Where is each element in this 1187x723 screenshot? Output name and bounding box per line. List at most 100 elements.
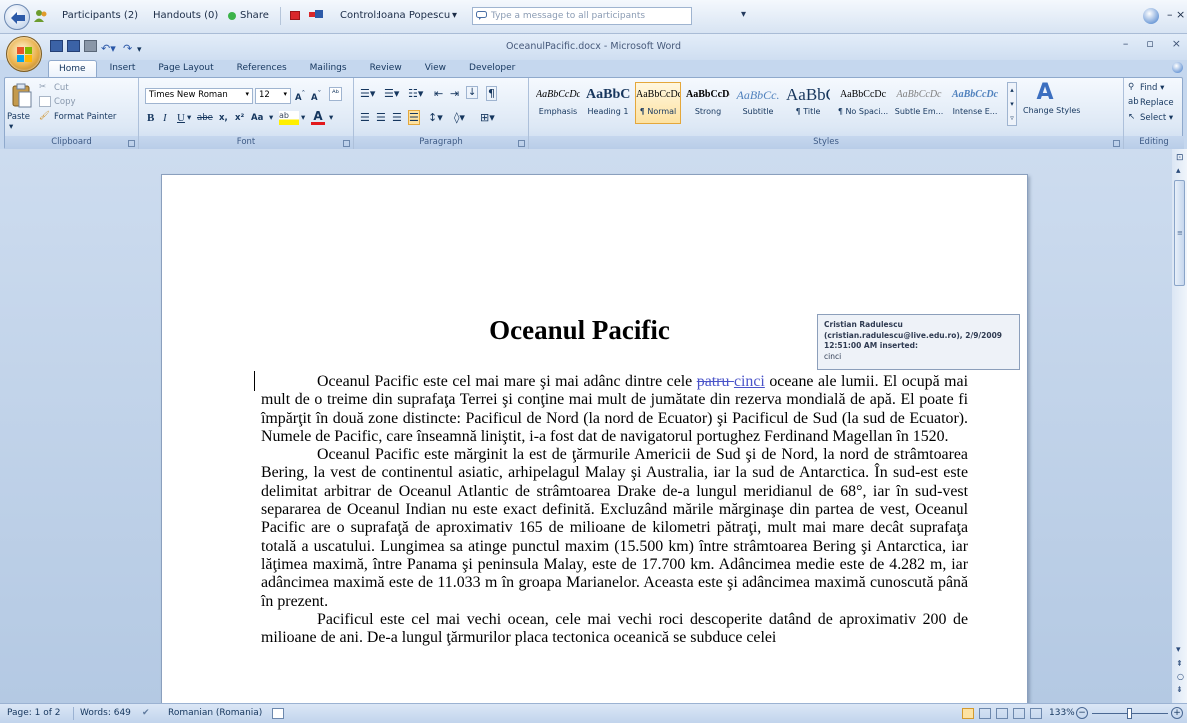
styles-scroll[interactable]: ▴ ▾ ▿ — [1007, 82, 1017, 126]
style-intense-emphasis[interactable]: AaBbCcDc Intense E... — [947, 82, 1003, 124]
scrollbar-thumb[interactable]: ≡ — [1174, 180, 1185, 286]
handouts-button[interactable]: Handouts (0) — [153, 10, 218, 21]
chevron-down-icon[interactable]: ▾ — [741, 9, 746, 20]
align-center-icon[interactable]: ☰ — [376, 111, 386, 124]
dialog-launcher-icon[interactable] — [128, 140, 135, 147]
word-count[interactable]: Words: 649 — [80, 708, 131, 718]
next-page-icon[interactable]: ⇟ — [1176, 685, 1183, 694]
subscript-button[interactable]: x, — [219, 113, 228, 123]
message-input[interactable]: Type a message to all participants ▾ — [472, 7, 746, 25]
style-heading-1[interactable]: AaBbC(Heading 1 — [585, 82, 631, 124]
minimize-close-icon[interactable]: – × — [1167, 8, 1185, 21]
language-indicator[interactable]: Romanian (Romania) — [168, 708, 262, 718]
zoom-in-icon[interactable]: + — [1171, 707, 1183, 719]
decrease-indent-icon[interactable]: ⇤ — [434, 87, 443, 100]
borders-icon[interactable]: ⊞▾ — [480, 111, 495, 124]
clear-formatting-icon[interactable]: ᴬᵇ — [329, 87, 343, 101]
dialog-launcher-icon[interactable] — [343, 140, 350, 147]
font-color-icon[interactable]: A — [311, 110, 325, 125]
tab-view[interactable]: View — [415, 60, 456, 78]
document-body[interactable]: Oceanul Pacific este cel mai mare şi mai… — [261, 373, 968, 647]
proofing-icon[interactable]: ✔ — [142, 708, 150, 718]
style-title[interactable]: AaBbC¶ Title — [785, 82, 831, 124]
chevron-down-icon[interactable]: ▾ — [329, 113, 333, 123]
style-no-spacing[interactable]: AaBbCcDc ¶ No Spaci... — [835, 82, 891, 124]
line-spacing-icon[interactable]: ↕▾ — [428, 111, 443, 124]
web-layout-icon[interactable] — [996, 708, 1008, 719]
tab-references[interactable]: References — [227, 60, 297, 78]
tab-review[interactable]: Review — [360, 60, 412, 78]
dialog-launcher-icon[interactable] — [518, 140, 525, 147]
outline-icon[interactable] — [1013, 708, 1025, 719]
help-icon[interactable] — [1143, 8, 1159, 24]
chevron-down-icon[interactable]: ▾ — [9, 122, 13, 132]
justify-icon[interactable]: ☰ — [408, 110, 420, 125]
tab-developer[interactable]: Developer — [459, 60, 525, 78]
underline-button[interactable]: U — [177, 112, 185, 124]
style-subtle-emphasis[interactable]: AaBbCcDc Subtle Em... — [893, 82, 945, 124]
font-family-select[interactable]: Times New Roman ▾ — [145, 88, 253, 104]
tab-home[interactable]: Home — [48, 60, 97, 78]
shading-icon[interactable]: ◊▾ — [454, 111, 465, 124]
replace-button[interactable]: abReplace — [1128, 97, 1174, 108]
paste-button[interactable]: Paste — [7, 112, 30, 122]
copy-button[interactable]: Copy — [39, 96, 76, 107]
ribbon-help-icon[interactable] — [1172, 62, 1183, 73]
grow-font-button[interactable]: Aˆ — [295, 89, 305, 103]
restore-icon[interactable]: ▫ — [1146, 37, 1153, 50]
bullets-icon[interactable]: ☰▾ — [360, 87, 375, 100]
minimize-icon[interactable]: – — [1123, 37, 1129, 50]
align-left-icon[interactable]: ☰ — [360, 111, 370, 124]
bold-button[interactable]: B — [147, 112, 154, 124]
ruler-toggle-icon[interactable]: ⊡ — [1176, 153, 1184, 163]
print-layout-icon[interactable] — [962, 708, 974, 719]
chevron-down-icon[interactable]: ▾ — [269, 113, 273, 123]
highlight-color-icon[interactable]: ab — [279, 111, 299, 125]
tab-insert[interactable]: Insert — [100, 60, 146, 78]
increase-indent-icon[interactable]: ⇥ — [450, 87, 459, 100]
controller-dropdown[interactable]: Ioana Popescu — [378, 10, 450, 21]
style-normal[interactable]: AaBbCcDc ¶ Normal — [635, 82, 681, 124]
draft-icon[interactable] — [1030, 708, 1042, 719]
sort-icon[interactable]: ↓ — [466, 86, 479, 99]
macro-record-icon[interactable] — [272, 708, 284, 719]
chevron-down-icon[interactable]: ▾ — [301, 113, 305, 123]
record-icon[interactable] — [290, 11, 300, 20]
show-formatting-icon[interactable]: ¶ — [486, 86, 497, 101]
document-page[interactable]: Oceanul Pacific Cristian Radulescu (cris… — [161, 174, 1028, 714]
cut-button[interactable]: ✂ Cut — [39, 82, 69, 93]
strikethrough-button[interactable]: abe — [197, 113, 213, 123]
browse-object-icon[interactable]: ○ — [1177, 672, 1184, 681]
zoom-slider-thumb[interactable] — [1127, 708, 1132, 719]
style-subtitle[interactable]: AaBbCc. Subtitle — [735, 82, 781, 124]
numbering-icon[interactable]: ☰▾ — [384, 87, 399, 100]
style-emphasis[interactable]: AaBbCcDc Emphasis — [535, 82, 581, 124]
shrink-font-button[interactable]: Aˇ — [311, 89, 321, 103]
scroll-up-icon[interactable]: ▴ — [1176, 166, 1181, 176]
tab-page-layout[interactable]: Page Layout — [148, 60, 223, 78]
chevron-down-icon[interactable]: ▾ — [187, 113, 191, 123]
paste-icon[interactable] — [11, 83, 33, 109]
zoom-level[interactable]: 133% — [1049, 708, 1075, 718]
multilevel-list-icon[interactable]: ☷▾ — [408, 87, 423, 100]
dialog-launcher-icon[interactable] — [1113, 140, 1120, 147]
slides-icon[interactable] — [309, 10, 323, 21]
share-button[interactable]: Share — [240, 10, 269, 21]
revision-balloon[interactable]: Cristian Radulescu (cristian.radulescu@l… — [817, 314, 1020, 370]
format-painter-button[interactable]: 🖌 Format Painter — [39, 111, 116, 122]
page-count[interactable]: Page: 1 of 2 — [7, 708, 61, 718]
select-button[interactable]: ↖ Select ▾ — [1128, 112, 1173, 123]
find-button[interactable]: ⚲ Find ▾ — [1128, 82, 1164, 93]
previous-page-icon[interactable]: ⇞ — [1176, 659, 1183, 668]
close-icon[interactable]: × — [1172, 37, 1181, 50]
align-right-icon[interactable]: ☰ — [392, 111, 402, 124]
font-size-select[interactable]: 12 ▾ — [255, 88, 291, 104]
participants-button[interactable]: Participants (2) — [62, 10, 138, 21]
superscript-button[interactable]: x² — [235, 113, 244, 123]
chevron-down-icon[interactable]: ▾ — [452, 10, 457, 21]
style-strong[interactable]: AaBbCcDdStrong — [685, 82, 731, 124]
full-screen-reading-icon[interactable] — [979, 708, 991, 719]
zoom-out-icon[interactable]: − — [1076, 707, 1088, 719]
scroll-down-icon[interactable]: ▾ — [1176, 645, 1181, 655]
tab-mailings[interactable]: Mailings — [300, 60, 357, 78]
